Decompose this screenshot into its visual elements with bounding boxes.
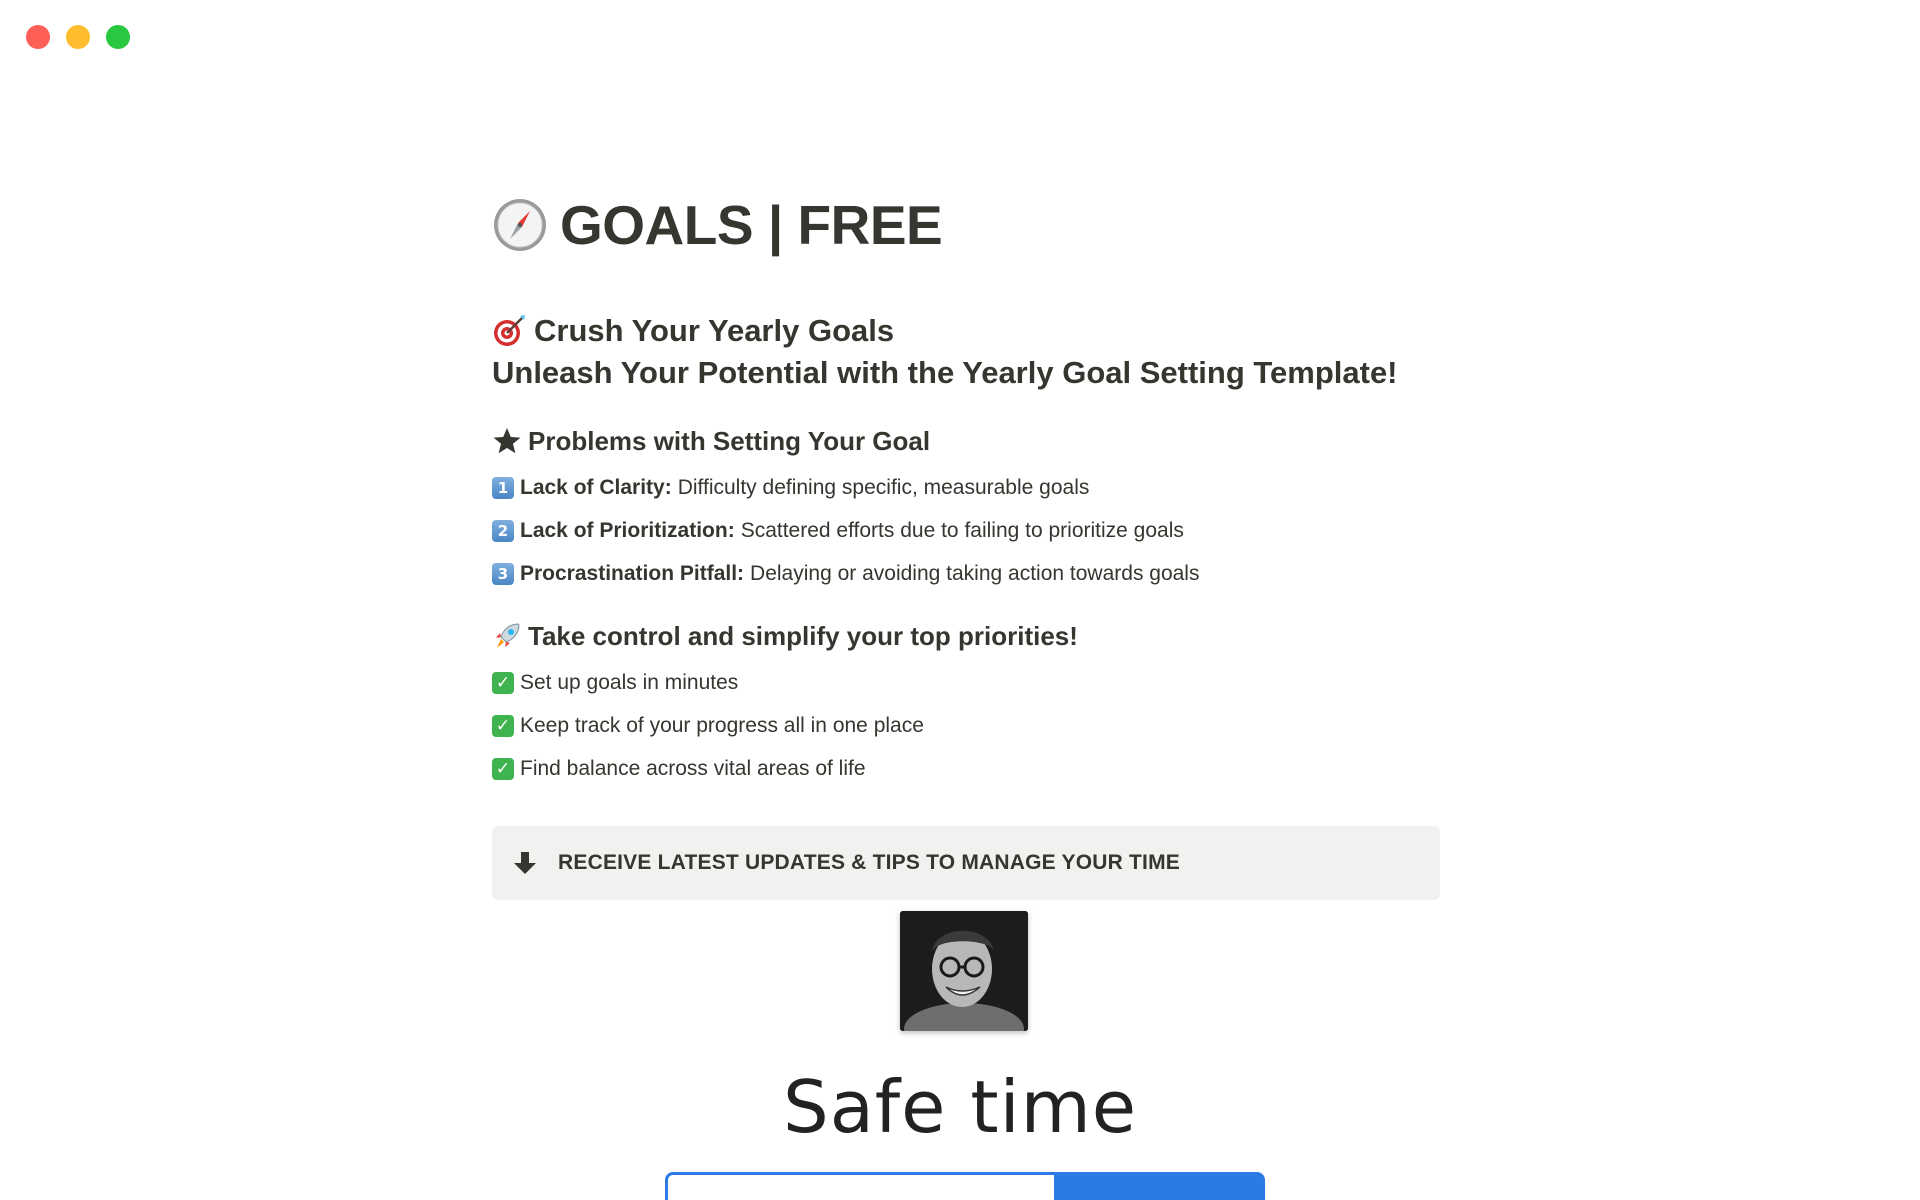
maximize-window-button[interactable] bbox=[106, 25, 130, 49]
problem-item: 2 Lack of Prioritization: Scattered effo… bbox=[492, 516, 1442, 546]
problem-label: Lack of Prioritization: bbox=[520, 519, 735, 542]
minimize-window-button[interactable] bbox=[66, 25, 90, 49]
check-icon: ✓ bbox=[492, 672, 514, 694]
author-avatar bbox=[900, 911, 1028, 1031]
problem-item: 3 Procrastination Pitfall: Delaying or a… bbox=[492, 559, 1442, 589]
problem-text: Delaying or avoiding taking action towar… bbox=[750, 562, 1200, 585]
callout-text: RECEIVE LATEST UPDATES & TIPS TO MANAGE … bbox=[558, 851, 1180, 874]
updates-callout[interactable]: RECEIVE LATEST UPDATES & TIPS TO MANAGE … bbox=[492, 826, 1440, 900]
page-header: GOALS | FREE bbox=[492, 188, 1442, 262]
app-window: GOALS | FREE Crush Your Yearly Goals Unl… bbox=[0, 0, 1920, 1200]
email-field[interactable] bbox=[665, 1172, 1055, 1200]
dart-target-icon bbox=[494, 315, 525, 346]
check-icon: ✓ bbox=[492, 758, 514, 780]
benefit-text: Set up goals in minutes bbox=[520, 671, 739, 694]
problems-heading-text: Problems with Setting Your Goal bbox=[528, 426, 931, 456]
benefit-item: ✓ Find balance across vital areas of lif… bbox=[492, 754, 1442, 784]
page-content: GOALS | FREE Crush Your Yearly Goals Unl… bbox=[492, 188, 1442, 784]
subscribe-button[interactable] bbox=[1054, 1172, 1265, 1200]
benefit-text: Find balance across vital areas of life bbox=[520, 757, 866, 780]
brand-logo-text: Safe time bbox=[782, 1065, 1138, 1149]
intro-heading: Crush Your Yearly Goals bbox=[492, 310, 1442, 352]
problems-heading: Problems with Setting Your Goal bbox=[492, 422, 1442, 460]
check-icon: ✓ bbox=[492, 715, 514, 737]
benefits-section: Take control and simplify your top prior… bbox=[492, 617, 1442, 784]
keycap-3-icon: 3 bbox=[492, 563, 514, 585]
close-window-button[interactable] bbox=[26, 25, 50, 49]
problem-label: Procrastination Pitfall: bbox=[520, 562, 745, 585]
compass-icon bbox=[494, 199, 546, 251]
star-icon bbox=[493, 428, 521, 454]
keycap-1-icon: 1 bbox=[492, 477, 514, 499]
benefit-text: Keep track of your progress all in one p… bbox=[520, 714, 924, 737]
problems-section: Problems with Setting Your Goal 1 Lack o… bbox=[492, 422, 1442, 589]
intro-subheading: Unleash Your Potential with the Yearly G… bbox=[492, 355, 1398, 390]
window-controls bbox=[26, 25, 130, 49]
keycap-2-icon: 2 bbox=[492, 520, 514, 542]
problem-text: Difficulty defining specific, measurable… bbox=[677, 476, 1090, 499]
problem-text: Scattered efforts due to failing to prio… bbox=[740, 519, 1184, 542]
rocket-icon bbox=[496, 623, 520, 648]
problem-label: Lack of Clarity: bbox=[520, 476, 672, 499]
page-title: GOALS | FREE bbox=[560, 194, 943, 256]
benefits-heading: Take control and simplify your top prior… bbox=[492, 617, 1442, 655]
intro-block: Crush Your Yearly Goals Unleash Your Pot… bbox=[492, 310, 1442, 394]
benefit-item: ✓ Set up goals in minutes bbox=[492, 668, 1442, 698]
benefits-heading-text: Take control and simplify your top prior… bbox=[528, 621, 1078, 651]
benefit-item: ✓ Keep track of your progress all in one… bbox=[492, 711, 1442, 741]
arrow-down-icon bbox=[514, 852, 536, 874]
signup-form bbox=[665, 1172, 1265, 1200]
problem-item: 1 Lack of Clarity: Difficulty defining s… bbox=[492, 473, 1442, 503]
intro-line-1: Crush Your Yearly Goals bbox=[534, 313, 895, 348]
